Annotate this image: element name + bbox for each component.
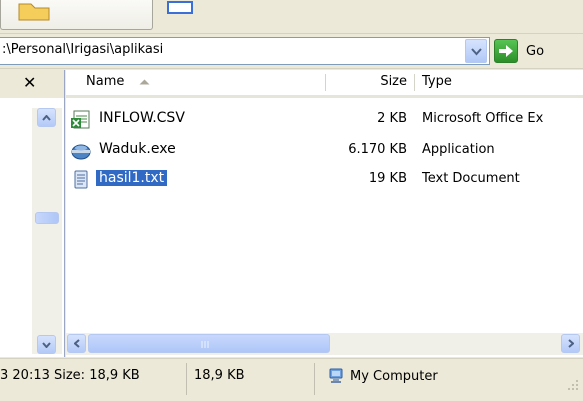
status-location-label: My Computer — [350, 368, 438, 384]
file-size: 2 KB — [377, 111, 407, 126]
go-button[interactable]: Go — [494, 38, 572, 64]
views-toolbar-button[interactable] — [158, 0, 198, 30]
file-name: hasil1.txt — [96, 170, 168, 186]
text-document-icon — [74, 170, 88, 189]
chevron-right-icon — [567, 339, 574, 348]
file-row[interactable]: INFLOW.CSV 2 KB Microsoft Office Ex — [66, 108, 583, 130]
go-arrow-icon — [494, 39, 518, 63]
scroll-down-button[interactable] — [37, 335, 56, 354]
scroll-grip-icon — [201, 341, 209, 348]
file-list-horizontal-scrollbar[interactable] — [66, 333, 583, 355]
column-header-name[interactable]: Name — [66, 70, 326, 95]
column-type-label: Type — [422, 74, 452, 89]
column-size-label: Size — [380, 74, 407, 89]
file-name: Waduk.exe — [99, 141, 176, 157]
application-icon — [71, 144, 91, 160]
list-header: Name Size Type — [66, 70, 583, 98]
file-type: Text Document — [422, 171, 520, 186]
excel-csv-icon — [71, 110, 90, 129]
address-dropdown-button[interactable] — [465, 39, 487, 63]
scroll-up-button[interactable] — [37, 108, 56, 127]
scroll-thumb[interactable] — [35, 212, 59, 224]
file-name: INFLOW.CSV — [99, 110, 185, 126]
status-bar: 3 20:13 Size: 18,9 KB 18,9 KB My Compute… — [0, 358, 583, 401]
folder-icon — [18, 3, 50, 21]
file-row[interactable]: Waduk.exe 6.170 KB Application — [66, 139, 583, 161]
file-row[interactable]: hasil1.txt 19 KB Text Document — [66, 168, 583, 190]
folders-pane: ✕ — [0, 70, 65, 357]
scroll-thumb[interactable] — [88, 334, 330, 353]
status-size: 18,9 KB — [194, 368, 245, 383]
scroll-right-button[interactable] — [561, 334, 580, 353]
chevron-down-icon — [42, 341, 51, 348]
address-path: :\Personal\Irigasi\aplikasi — [2, 42, 164, 57]
my-computer-icon — [329, 368, 343, 383]
file-size: 6.170 KB — [348, 142, 407, 157]
views-icon — [167, 1, 193, 14]
toolbar — [0, 0, 583, 34]
sort-ascending-icon — [139, 79, 149, 84]
column-header-type[interactable]: Type — [415, 70, 583, 95]
folder-tree-vertical-scrollbar[interactable] — [32, 108, 62, 354]
file-type: Application — [422, 142, 495, 157]
resize-grip-icon[interactable] — [567, 379, 579, 391]
status-location: My Computer — [328, 368, 438, 384]
folders-pane-header: ✕ — [0, 70, 64, 98]
file-type: Microsoft Office Ex — [422, 111, 544, 126]
chevron-left-icon — [73, 339, 80, 348]
address-input[interactable]: :\Personal\Irigasi\aplikasi — [0, 37, 490, 65]
close-icon[interactable]: ✕ — [23, 73, 36, 92]
status-details: 3 20:13 Size: 18,9 KB — [0, 368, 140, 383]
chevron-up-icon — [42, 114, 51, 121]
folders-toolbar-button[interactable] — [0, 0, 153, 30]
file-list: Name Size Type INFLOW.CSV 2 KB Microsoft… — [66, 70, 583, 357]
go-label: Go — [526, 43, 545, 59]
file-size: 19 KB — [368, 171, 407, 186]
column-header-size[interactable]: Size — [326, 70, 415, 95]
address-bar: :\Personal\Irigasi\aplikasi Go — [0, 34, 583, 69]
scroll-left-button[interactable] — [67, 334, 86, 353]
column-name-label: Name — [86, 74, 125, 89]
chevron-down-icon — [471, 48, 482, 56]
